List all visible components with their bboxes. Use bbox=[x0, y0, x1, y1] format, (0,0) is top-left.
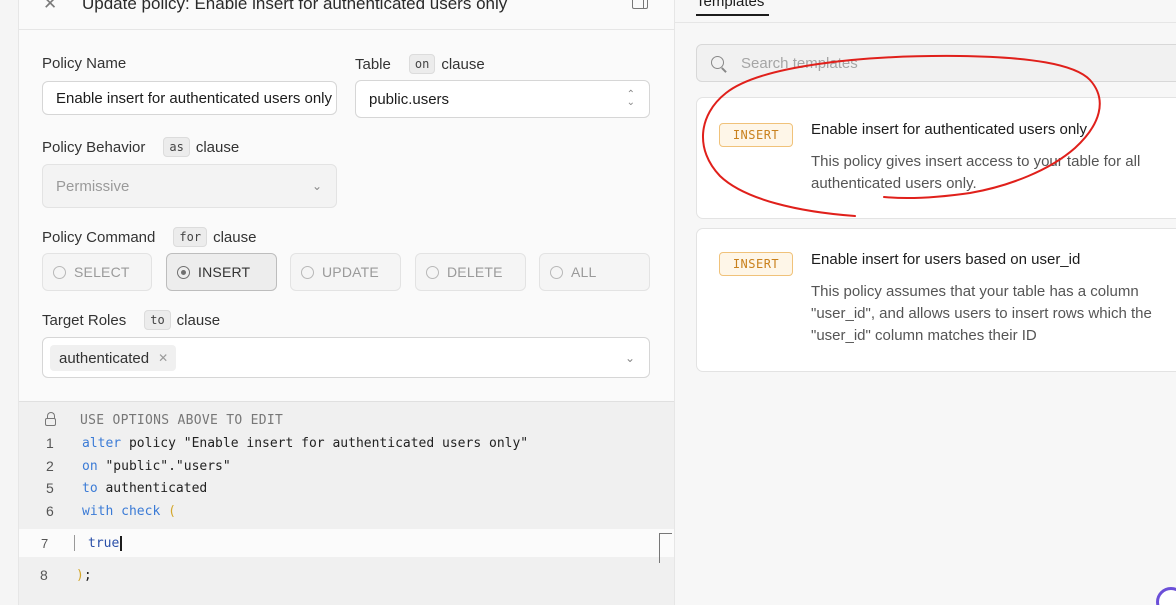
code-text: true bbox=[88, 535, 122, 551]
policy-editor-panel: ✕ Update policy: Enable insert for authe… bbox=[19, 0, 674, 605]
radio-selected-icon bbox=[177, 265, 190, 279]
chevron-down-icon: ⌄ bbox=[624, 350, 635, 365]
table-label: Table on clause bbox=[355, 54, 485, 74]
command-option-insert[interactable]: INSERT bbox=[166, 253, 277, 291]
radio-icon bbox=[53, 265, 66, 279]
policy-name-input[interactable]: Enable insert for authenticated users on… bbox=[42, 81, 337, 115]
search-icon bbox=[711, 56, 724, 69]
code-line-active[interactable]: 7 true bbox=[19, 529, 674, 557]
left-gutter bbox=[0, 0, 19, 605]
code-text: on "public"."users" bbox=[82, 458, 231, 474]
close-icon[interactable]: ✕ bbox=[43, 0, 57, 14]
insert-badge: INSERT bbox=[719, 123, 793, 147]
chevron-down-icon: ⌄ bbox=[311, 179, 322, 193]
text-caret bbox=[120, 535, 122, 551]
target-roles-select[interactable]: authenticated ✕ ⌄ bbox=[42, 337, 650, 378]
code-line: 2 on "public"."users" bbox=[19, 455, 674, 477]
template-description: This policy gives insert access to your … bbox=[811, 153, 1141, 192]
indent-guide bbox=[74, 535, 75, 551]
radio-icon bbox=[426, 265, 439, 279]
template-title: Enable insert for users based on user_id bbox=[811, 251, 1081, 268]
line-number: 6 bbox=[46, 503, 54, 519]
template-card[interactable]: INSERT Enable insert for authenticated u… bbox=[696, 97, 1176, 219]
template-card[interactable]: INSERT Enable insert for users based on … bbox=[696, 228, 1176, 372]
radio-icon bbox=[301, 265, 314, 279]
policy-behavior-label: Policy Behavior as clause bbox=[42, 137, 240, 157]
template-title: Enable insert for authenticated users on… bbox=[811, 121, 1087, 138]
code-line: 6 with check ( bbox=[19, 500, 674, 522]
tabs-divider bbox=[675, 22, 1176, 23]
insert-badge: INSERT bbox=[719, 252, 793, 276]
target-roles-label: Target Roles to clause bbox=[42, 310, 221, 330]
code-line: 1 alter policy "Enable insert for authen… bbox=[19, 432, 674, 454]
editor-hint: USE OPTIONS ABOVE TO EDIT bbox=[80, 412, 284, 428]
editor-hint-row: USE OPTIONS ABOVE TO EDIT bbox=[19, 409, 674, 431]
code-text: alter policy "Enable insert for authenti… bbox=[82, 435, 529, 451]
search-input[interactable] bbox=[741, 45, 1161, 81]
updown-chevron-icon: ⌃ ⌄ bbox=[626, 89, 635, 108]
code-text: ); bbox=[76, 567, 92, 583]
line-number: 2 bbox=[46, 458, 54, 474]
to-keyword-chip: to bbox=[144, 310, 171, 330]
code-line: 5 to authenticated bbox=[19, 477, 674, 499]
command-option-all[interactable]: ALL bbox=[539, 253, 650, 291]
radio-icon bbox=[550, 265, 563, 279]
command-option-select[interactable]: SELECT bbox=[42, 253, 152, 291]
templates-panel: Templates INSERT Enable insert for authe… bbox=[674, 0, 1176, 605]
as-keyword-chip: as bbox=[163, 137, 190, 157]
command-option-delete[interactable]: DELETE bbox=[415, 253, 526, 291]
line-number: 7 bbox=[41, 535, 49, 551]
line-number: 8 bbox=[40, 567, 48, 583]
line-number: 1 bbox=[46, 435, 54, 451]
command-option-update[interactable]: UPDATE bbox=[290, 253, 401, 291]
role-tag: authenticated ✕ bbox=[50, 345, 177, 371]
code-line: 8 ); bbox=[19, 562, 674, 588]
sql-editor[interactable]: USE OPTIONS ABOVE TO EDIT 1 alter policy… bbox=[19, 401, 674, 605]
lock-icon bbox=[45, 412, 56, 426]
code-text: with check ( bbox=[82, 503, 176, 519]
policy-name-label: Policy Name bbox=[42, 55, 127, 72]
table-select[interactable]: public.users ⌃ ⌄ bbox=[355, 80, 650, 118]
panel-header: ✕ Update policy: Enable insert for authe… bbox=[19, 0, 674, 30]
remove-tag-icon[interactable]: ✕ bbox=[158, 351, 168, 365]
tab-templates[interactable]: Templates bbox=[696, 0, 764, 10]
page-title: Update policy: Enable insert for authent… bbox=[82, 0, 508, 13]
editor-scrollbar[interactable] bbox=[659, 533, 672, 563]
line-number: 5 bbox=[46, 480, 54, 496]
template-description: This policy assumes that your table has … bbox=[811, 283, 1152, 344]
code-text: to authenticated bbox=[82, 480, 208, 496]
template-search bbox=[696, 44, 1176, 82]
policy-behavior-select[interactable]: Permissive ⌄ bbox=[42, 164, 337, 208]
on-keyword-chip: on bbox=[408, 54, 436, 74]
tab-active-indicator bbox=[696, 14, 769, 16]
for-keyword-chip: for bbox=[173, 227, 208, 247]
policy-command-label: Policy Command for clause bbox=[42, 227, 257, 247]
panel-toggle-icon[interactable] bbox=[632, 0, 648, 9]
